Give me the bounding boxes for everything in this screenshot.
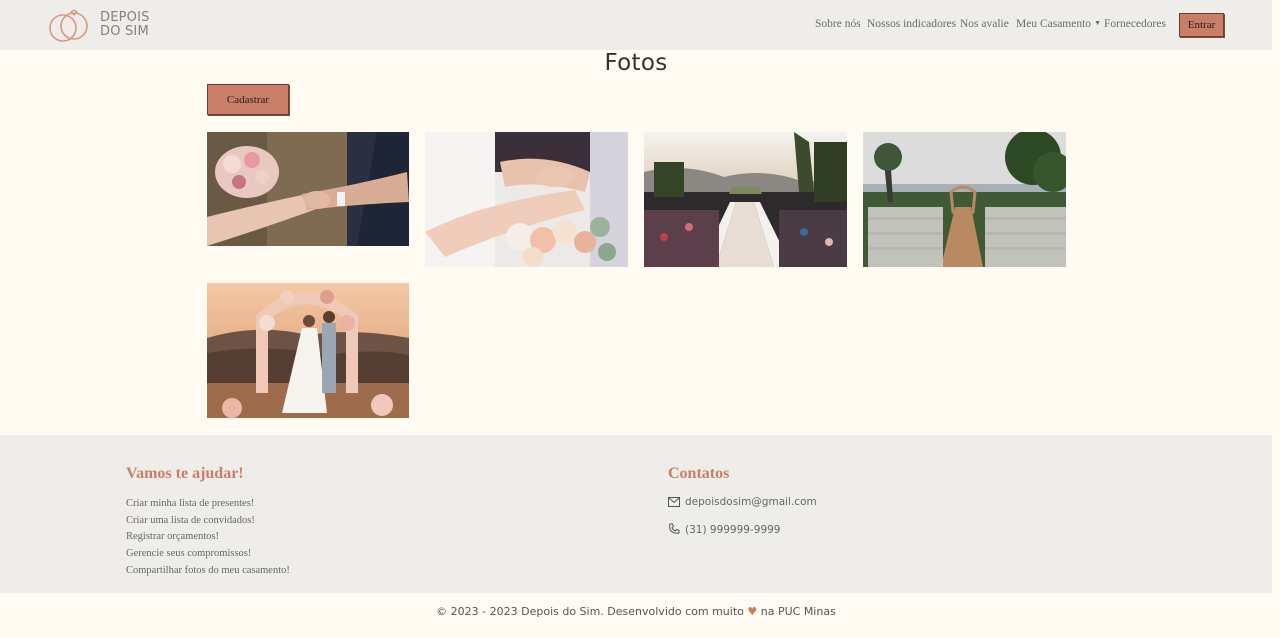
- wedding-photo-image: [207, 283, 409, 418]
- copyright: © 2023 - 2023 Depois do Sim. Desenvolvid…: [0, 605, 1272, 618]
- nav-dropdown-casamento[interactable]: Meu Casamento ▼: [1016, 18, 1101, 30]
- heart-icon: ♥: [747, 605, 758, 618]
- photo-card[interactable]: [425, 132, 628, 267]
- footer: Vamos te ajudar! Criar minha lista de pr…: [0, 435, 1272, 593]
- help-links-list: Criar minha lista de presentes! Criar um…: [126, 496, 290, 580]
- wedding-photo-image: [644, 132, 847, 267]
- nav-link-indicadores[interactable]: Nossos indicadores: [867, 18, 956, 30]
- contacts-section-title: Contatos: [668, 465, 730, 482]
- copyright-suffix: na PUC Minas: [760, 605, 836, 618]
- page-title: Fotos: [604, 50, 668, 76]
- phone-icon: [669, 523, 680, 534]
- nav-link-fornecedores[interactable]: Fornecedores: [1104, 18, 1166, 30]
- wedding-photo-image: [863, 132, 1066, 267]
- nav-link-avalie[interactable]: Nos avalie: [960, 18, 1009, 30]
- help-link-budgets[interactable]: Registrar orçamentos!: [126, 529, 290, 546]
- contact-phone-text: (31) 999999-9999: [685, 524, 781, 536]
- help-link-gift-list[interactable]: Criar minha lista de presentes!: [126, 496, 290, 513]
- main-nav: Sobre nós Nossos indicadores Nos avalie …: [0, 18, 1272, 34]
- photo-card[interactable]: [863, 132, 1066, 267]
- navbar: DEPOIS DO SIM Sobre nós Nossos indicador…: [0, 0, 1272, 50]
- wedding-photo-image: [207, 132, 409, 246]
- nav-link-sobre[interactable]: Sobre nós: [815, 18, 861, 30]
- envelope-icon: [668, 497, 680, 507]
- help-section-title: Vamos te ajudar!: [126, 465, 244, 482]
- photo-card[interactable]: [207, 283, 409, 418]
- contact-phone[interactable]: (31) 999999-9999: [668, 523, 780, 536]
- contact-email[interactable]: depoisdosim@gmail.com: [668, 496, 817, 508]
- copyright-text: © 2023 - 2023 Depois do Sim. Desenvolvid…: [436, 605, 744, 618]
- photo-card[interactable]: [207, 132, 409, 246]
- contact-email-text: depoisdosim@gmail.com: [685, 496, 817, 508]
- nav-dropdown-label: Meu Casamento: [1016, 18, 1092, 30]
- wedding-photo-image: [425, 132, 628, 267]
- help-link-guest-list[interactable]: Criar uma lista de convidados!: [126, 513, 290, 530]
- register-photo-button[interactable]: Cadastrar: [207, 84, 289, 115]
- caret-down-icon: ▼: [1094, 19, 1101, 27]
- login-button[interactable]: Entrar: [1179, 13, 1224, 37]
- photo-card[interactable]: [644, 132, 847, 267]
- help-link-appointments[interactable]: Gerencie seus compromissos!: [126, 546, 290, 563]
- help-link-share-photos[interactable]: Compartilhar fotos do meu casamento!: [126, 563, 290, 580]
